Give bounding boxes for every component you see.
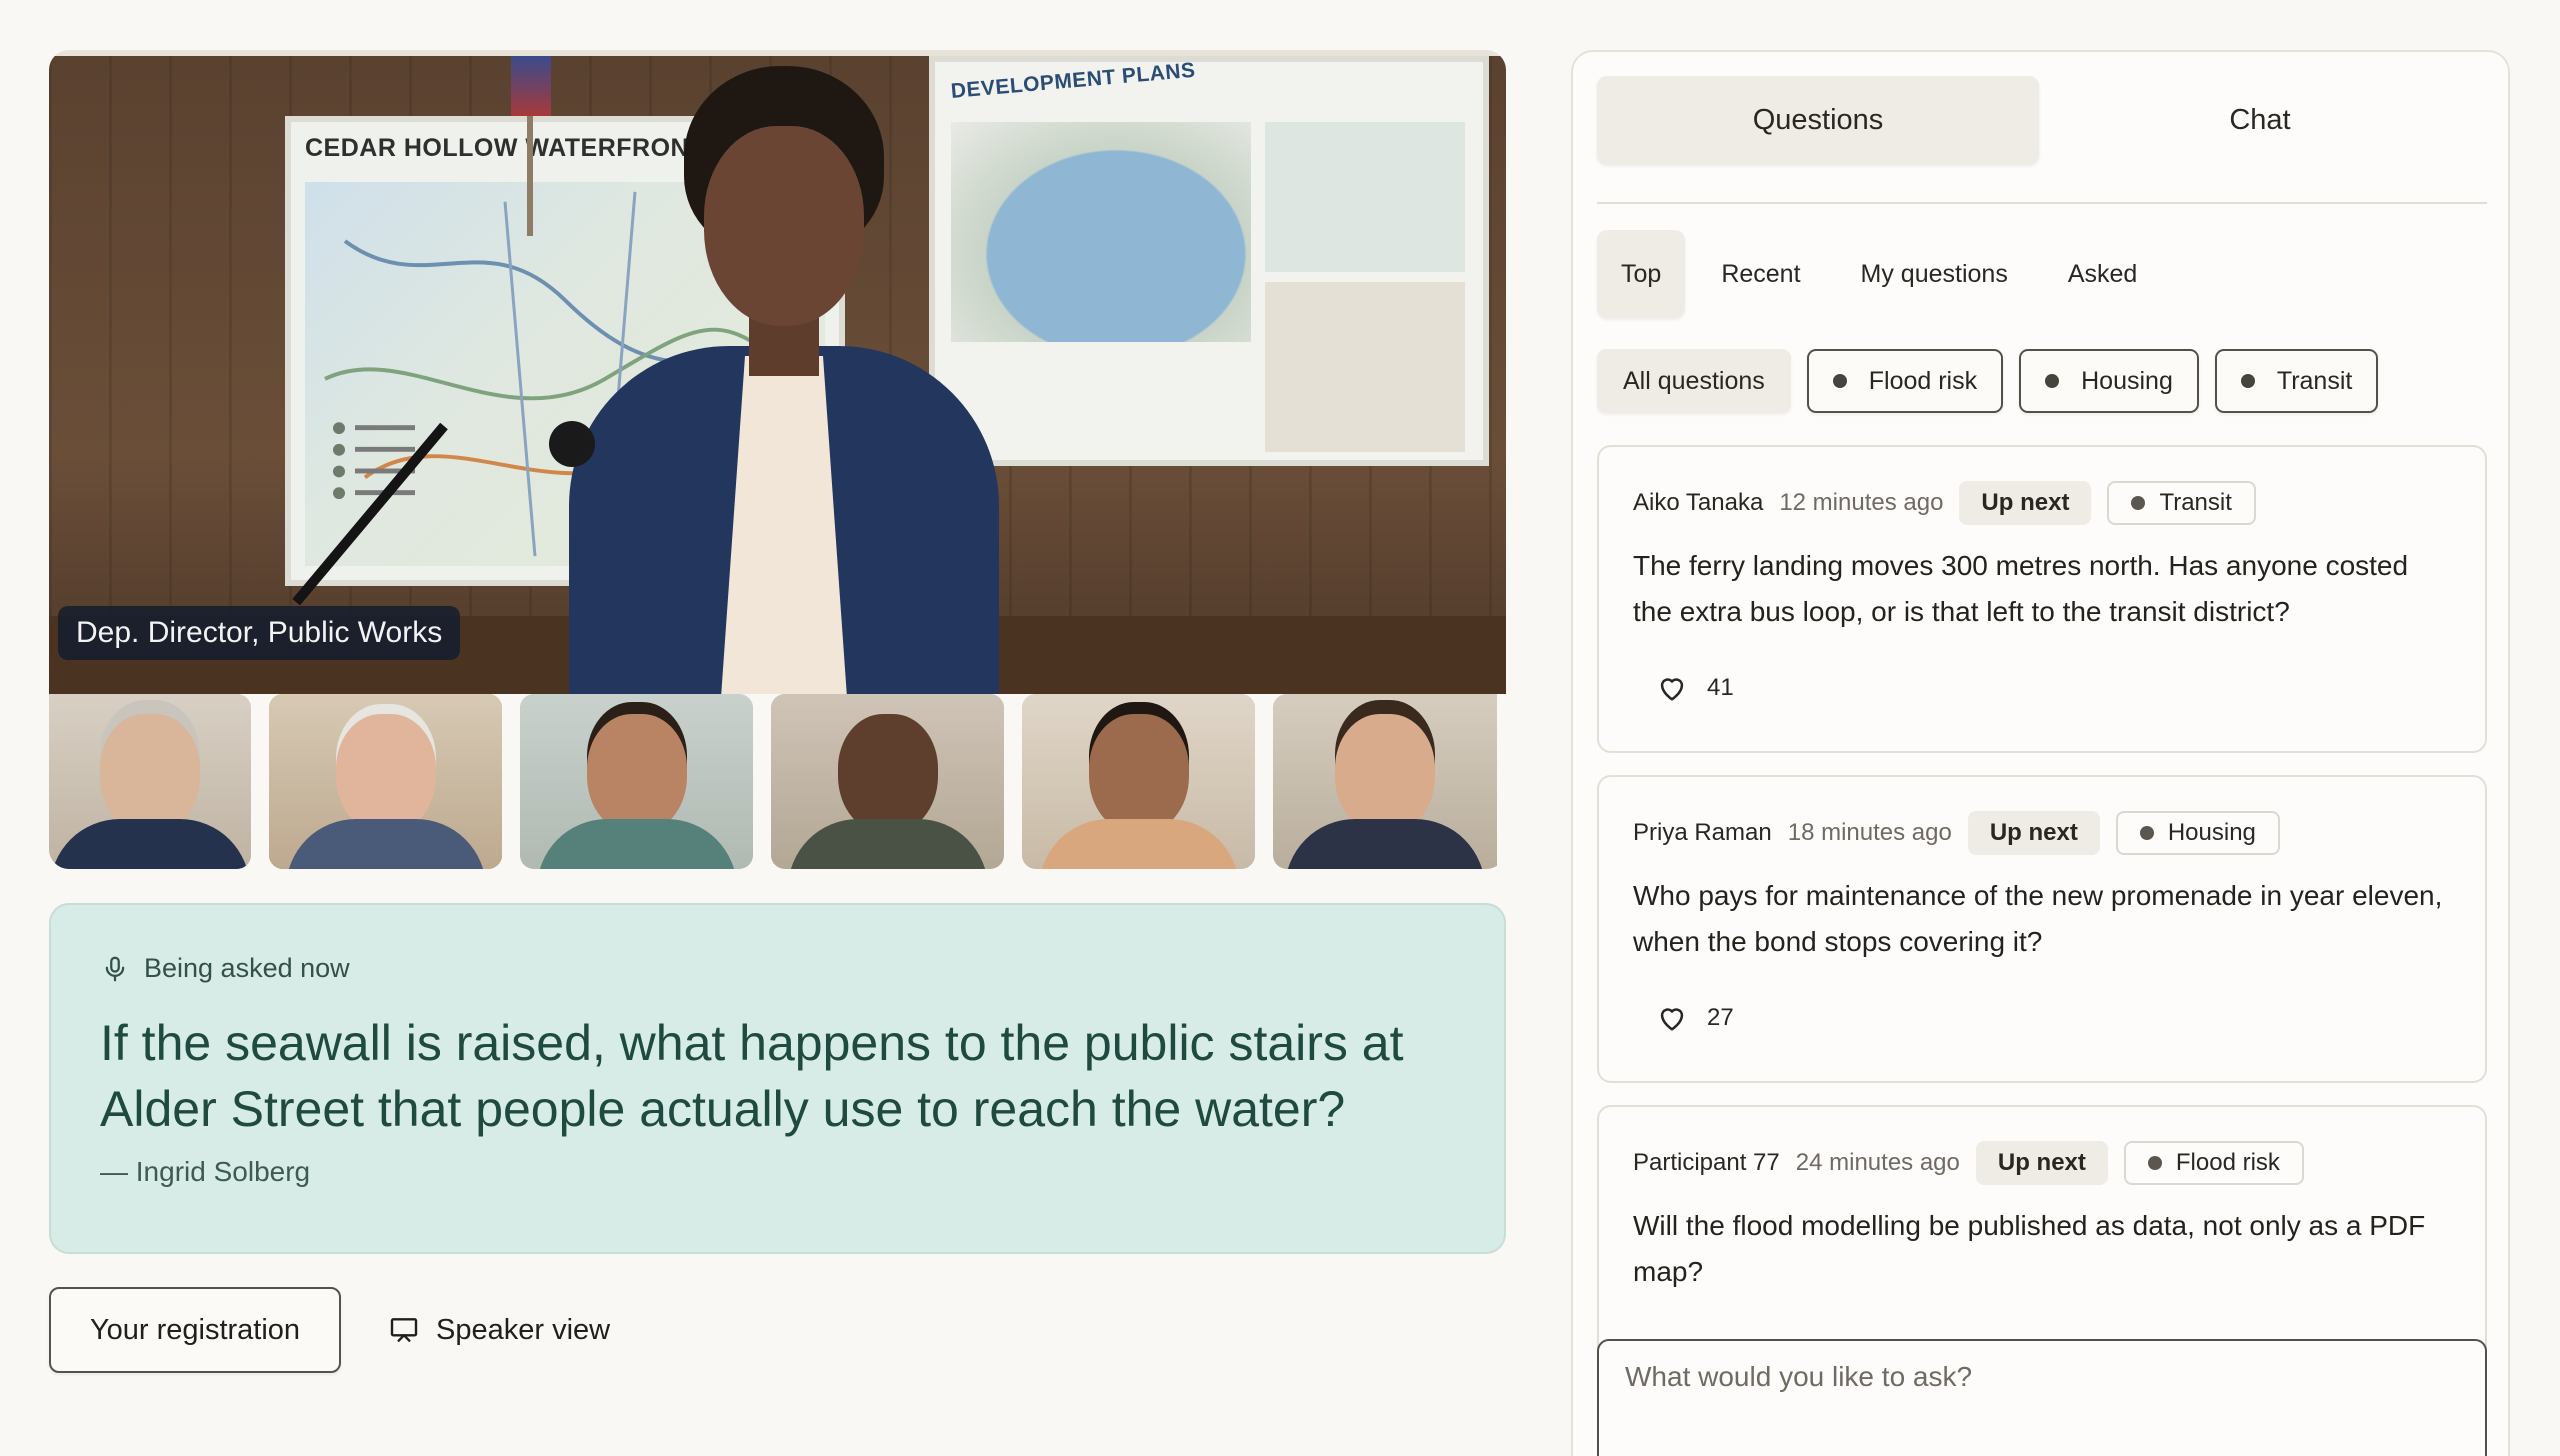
presentation-icon [390, 1318, 418, 1342]
current-question-author: — Ingrid Solberg [100, 1156, 311, 1187]
now-label: Being asked now [144, 953, 350, 983]
video-stage: CEDAR HOLLOW WATERFRONT PLAN DEVELOPMENT… [49, 50, 1506, 869]
topic-dot-icon [2147, 1156, 2162, 1170]
topic-badge-label: Housing [2167, 819, 2256, 846]
topic-badge: Housing [2115, 811, 2280, 855]
question-card: Priya Raman 18 minutes ago Up next Housi… [1597, 775, 2487, 1083]
question-card: Aiko Tanaka 12 minutes ago Up next Trans… [1597, 445, 2487, 753]
participant-thumbnail[interactable] [1022, 694, 1255, 869]
topic-dot-icon [1832, 374, 1847, 388]
filter-label: Flood risk [1868, 366, 1978, 395]
question-meta: Aiko Tanaka 12 minutes ago Up next Trans… [1633, 481, 2451, 525]
status-badge: Up next [1975, 1141, 2108, 1185]
question-text: Will the flood modelling be published as… [1633, 1210, 2426, 1287]
panel-tabs: Questions Chat [1597, 76, 2487, 204]
sort-top[interactable]: Top [1597, 230, 1686, 318]
participant-thumbnail[interactable] [771, 694, 1004, 869]
question-author: Aiko Tanaka [1633, 489, 1764, 516]
participant-thumbnail[interactable] [1273, 694, 1497, 869]
participant-thumbnail[interactable] [49, 694, 251, 869]
filter-all-questions[interactable]: All questions [1597, 349, 1791, 413]
participant-thumbnail[interactable] [520, 694, 753, 869]
topic-dot-icon [2139, 826, 2154, 840]
filter-label: Housing [2081, 366, 2173, 395]
topic-badge-label: Transit [2159, 489, 2232, 516]
topic-dot-icon [2240, 374, 2255, 388]
question-time: 12 minutes ago [1779, 489, 1944, 516]
status-badge: Up next [1959, 481, 2092, 525]
question-meta: Participant 77 24 minutes ago Up next Fl… [1633, 1141, 2451, 1185]
participant-thumbnail-active[interactable] [269, 694, 502, 869]
now-label-row: Being asked now [100, 953, 1456, 984]
plan-detail-bottom [1265, 282, 1465, 452]
upvote-button[interactable]: 27 [1655, 1001, 1734, 1035]
sort-asked[interactable]: Asked [2044, 230, 2161, 318]
question-text: Who pays for maintenance of the new prom… [1633, 880, 2443, 957]
participant-strip [49, 694, 1506, 869]
question-author: Priya Raman [1633, 819, 1772, 846]
heart-icon [1660, 678, 1684, 701]
question-time: 18 minutes ago [1787, 819, 1952, 846]
sort-my-questions[interactable]: My questions [1837, 230, 2032, 318]
filter-transit[interactable]: Transit [2214, 349, 2379, 413]
ask-question-box[interactable] [1597, 1339, 2487, 1456]
speaker-view-button[interactable]: Speaker view [388, 1287, 610, 1373]
filter-label: Transit [2276, 366, 2353, 395]
qa-panel: Questions Chat Top Recent My questions A… [1571, 50, 2510, 1456]
speaker-caption: Dep. Director, Public Works [58, 606, 461, 660]
topic-badge-label: Flood risk [2175, 1149, 2280, 1176]
microphone-icon [549, 421, 595, 467]
topic-dot-icon [2131, 496, 2146, 510]
vote-count: 41 [1707, 674, 1734, 701]
question-text: The ferry landing moves 300 metres north… [1633, 550, 2409, 627]
sort-tabs: Top Recent My questions Asked [1597, 230, 2161, 318]
question-meta: Priya Raman 18 minutes ago Up next Housi… [1633, 811, 2451, 855]
question-card: Participant 77 24 minutes ago Up next Fl… [1597, 1105, 2487, 1365]
topic-dot-icon [2045, 374, 2060, 388]
filter-label: All questions [1623, 366, 1765, 395]
tab-questions[interactable]: Questions [1597, 76, 2039, 164]
sort-recent[interactable]: Recent [1697, 230, 1824, 318]
vote-count: 27 [1707, 1004, 1734, 1031]
topic-badge: Flood risk [2123, 1141, 2304, 1185]
question-author: Participant 77 [1633, 1149, 1780, 1176]
upvote-button[interactable]: 41 [1655, 671, 1734, 705]
ask-question-input[interactable] [1625, 1361, 2459, 1393]
speaker-view-label: Speaker view [436, 1313, 611, 1346]
speaker-video: CEDAR HOLLOW WATERFRONT PLAN DEVELOPMENT… [49, 56, 1506, 721]
topic-badge: Transit [2107, 481, 2256, 525]
plan-detail-top [1265, 122, 1465, 272]
current-question-card: Being asked now If the seawall is raised… [49, 903, 1506, 1254]
heart-icon [1660, 1008, 1684, 1031]
question-list[interactable]: Aiko Tanaka 12 minutes ago Up next Trans… [1597, 445, 2487, 1365]
microphone-icon [105, 956, 125, 981]
tab-chat[interactable]: Chat [2039, 76, 2481, 164]
your-registration-button[interactable]: Your registration [49, 1287, 341, 1373]
status-badge: Up next [1967, 811, 2100, 855]
filter-housing[interactable]: Housing [2019, 349, 2199, 413]
speaker-person [569, 66, 1029, 721]
current-question-text: If the seawall is raised, what happens t… [100, 1015, 1404, 1137]
topic-filters: All questions Flood risk Housing Transit [1597, 349, 2379, 413]
filter-flood-risk[interactable]: Flood risk [1806, 349, 2004, 413]
question-time: 24 minutes ago [1795, 1149, 1960, 1176]
flag [511, 56, 551, 116]
